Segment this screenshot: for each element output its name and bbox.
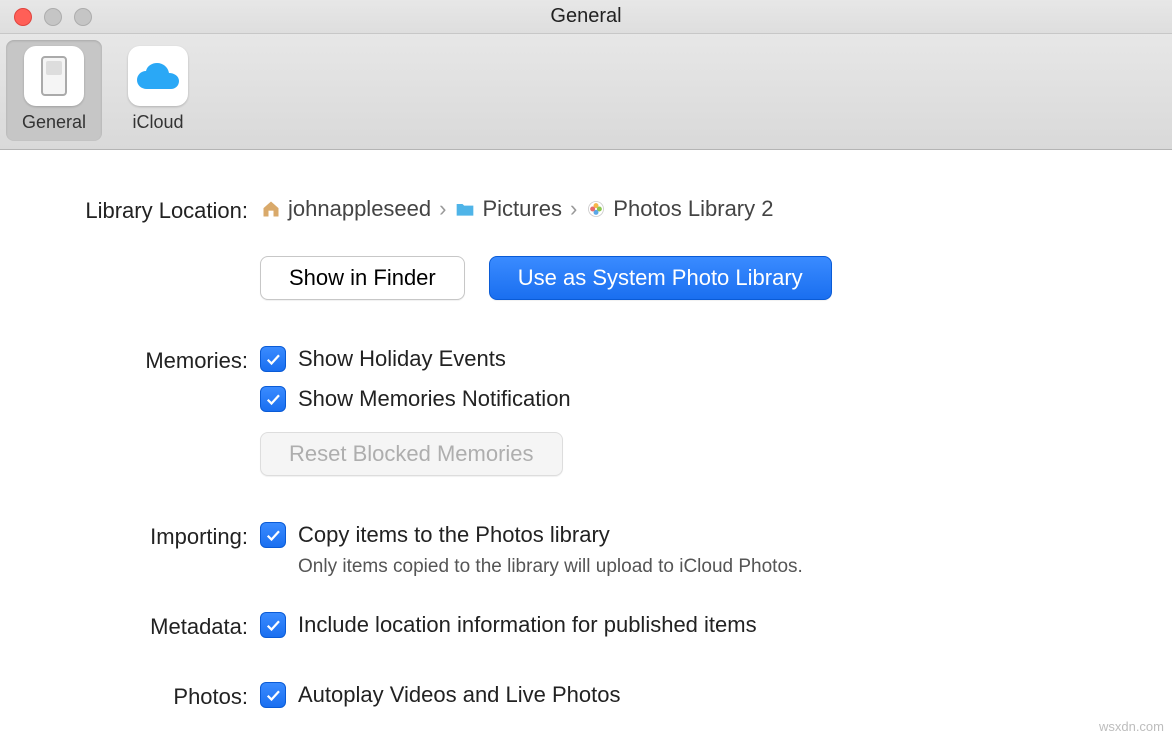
breadcrumb-text: johnappleseed	[288, 196, 431, 222]
photos-label: Photos:	[40, 682, 260, 710]
importing-label: Importing:	[40, 522, 260, 550]
breadcrumb-item-home[interactable]: johnappleseed	[260, 196, 431, 222]
show-in-finder-button[interactable]: Show in Finder	[260, 256, 465, 300]
photos-row: Photos: Autoplay Videos and Live Photos	[40, 682, 1132, 722]
metadata-row: Metadata: Include location information f…	[40, 612, 1132, 652]
icloud-icon	[128, 46, 188, 106]
autoplay-label: Autoplay Videos and Live Photos	[298, 682, 621, 708]
show-holiday-label: Show Holiday Events	[298, 346, 506, 372]
memories-label: Memories:	[40, 346, 260, 374]
breadcrumb-item-library[interactable]: Photos Library 2	[585, 196, 773, 222]
tab-general-label: General	[8, 112, 100, 133]
close-button[interactable]	[14, 8, 32, 26]
breadcrumb-text: Photos Library 2	[613, 196, 773, 222]
checkbox-checked-icon	[260, 612, 286, 638]
reset-blocked-memories-button: Reset Blocked Memories	[260, 432, 563, 476]
window-title: General	[0, 5, 1172, 28]
breadcrumb-text: Pictures	[482, 196, 561, 222]
show-holiday-checkbox-row[interactable]: Show Holiday Events	[260, 346, 1132, 372]
library-location-label: Library Location:	[40, 196, 260, 224]
minimize-button[interactable]	[44, 8, 62, 26]
tab-icloud[interactable]: iCloud	[110, 40, 206, 141]
memories-row: Memories: Show Holiday Events Show Memor…	[40, 346, 1132, 476]
checkbox-checked-icon	[260, 386, 286, 412]
watermark: wsxdn.com	[1099, 719, 1164, 734]
library-location-row: Library Location: johnappleseed › P	[40, 196, 1132, 334]
copy-items-checkbox-row[interactable]: Copy items to the Photos library	[260, 522, 1132, 548]
general-icon	[24, 46, 84, 106]
autoplay-checkbox-row[interactable]: Autoplay Videos and Live Photos	[260, 682, 1132, 708]
toolbar: General iCloud	[0, 34, 1172, 150]
tab-general[interactable]: General	[6, 40, 102, 141]
checkbox-checked-icon	[260, 522, 286, 548]
importing-help-text: Only items copied to the library will up…	[298, 556, 1132, 578]
breadcrumb: johnappleseed › Pictures › Pho	[260, 196, 1132, 222]
checkbox-checked-icon	[260, 682, 286, 708]
preferences-window: General General iCloud Library Location:	[0, 0, 1172, 738]
chevron-right-icon: ›	[570, 196, 577, 222]
home-icon	[260, 198, 282, 220]
show-notification-checkbox-row[interactable]: Show Memories Notification	[260, 386, 1132, 412]
copy-items-label: Copy items to the Photos library	[298, 522, 610, 548]
checkbox-checked-icon	[260, 346, 286, 372]
include-location-checkbox-row[interactable]: Include location information for publish…	[260, 612, 1132, 638]
folder-icon	[454, 198, 476, 220]
titlebar: General	[0, 0, 1172, 34]
use-system-library-button[interactable]: Use as System Photo Library	[489, 256, 832, 300]
include-location-label: Include location information for publish…	[298, 612, 757, 638]
show-notification-label: Show Memories Notification	[298, 386, 571, 412]
content-area: Library Location: johnappleseed › P	[0, 150, 1172, 722]
chevron-right-icon: ›	[439, 196, 446, 222]
tab-icloud-label: iCloud	[112, 112, 204, 133]
window-controls	[0, 8, 92, 26]
breadcrumb-item-pictures[interactable]: Pictures	[454, 196, 561, 222]
zoom-button[interactable]	[74, 8, 92, 26]
metadata-label: Metadata:	[40, 612, 260, 640]
importing-row: Importing: Copy items to the Photos libr…	[40, 522, 1132, 600]
photos-icon	[585, 198, 607, 220]
